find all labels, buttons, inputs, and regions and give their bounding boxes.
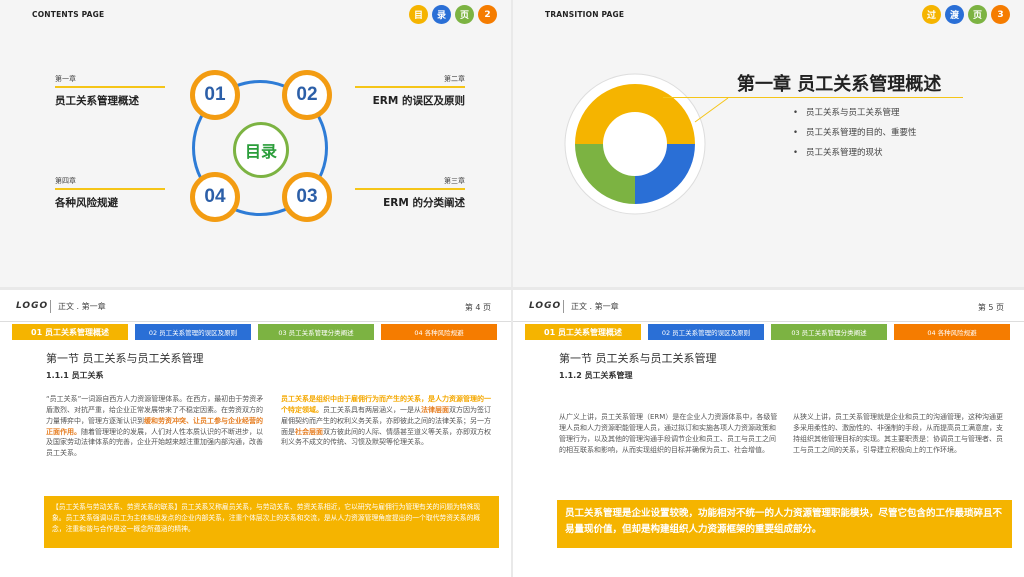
toc-item-label: 各种风险规避 <box>55 197 118 209</box>
tab-chapter-2[interactable]: 02 员工关系管理的误区及原则 <box>648 324 764 340</box>
breadcrumb: 正文 . 第一章 <box>58 302 106 311</box>
contents-slide: CONTENTS PAGE 目 录 页 2 目录 01 02 03 04 第一章… <box>0 0 511 287</box>
left-paragraph: 从广义上讲，员工关系管理（ERM）是在企业人力资源体系中，各级管理人员和人力资源… <box>559 413 778 454</box>
chapter-number-1[interactable]: 01 <box>190 70 240 120</box>
breadcrumb: 正文 . 第一章 <box>571 302 619 311</box>
badge: 录 <box>432 5 451 24</box>
toc-item-2[interactable]: 第二章 ERM 的误区及原则 <box>355 74 465 108</box>
page-badges: 目 录 页 2 <box>409 5 497 24</box>
divider <box>563 300 564 313</box>
badge: 页 <box>455 5 474 24</box>
tab-chapter-4[interactable]: 04 各种风险规避 <box>894 324 1010 340</box>
toc-item-3[interactable]: 第三章 ERM 的分类阐述 <box>355 176 465 210</box>
toc-item-sub: 第三章 <box>355 176 465 190</box>
page-header-title: TRANSITION PAGE <box>545 10 625 19</box>
badge: 渡 <box>945 5 964 24</box>
page-number: 第 4 页 <box>464 303 491 312</box>
page-badges: 过 渡 页 3 <box>922 5 1010 24</box>
donut-graphic <box>564 73 729 215</box>
badge: 页 <box>968 5 987 24</box>
toc-item-1[interactable]: 第一章 员工关系管理概述 <box>55 74 165 108</box>
toc-item-label: ERM 的误区及原则 <box>372 95 465 107</box>
center-circle: 目录 <box>233 122 289 178</box>
chapter-title: 第一章 员工关系管理概述 <box>737 74 942 95</box>
page-number: 第 5 页 <box>977 303 1004 312</box>
tab-chapter-1[interactable]: 01 员工关系管理概述 <box>525 324 641 340</box>
list-item: 员工关系管理的目的、重要性 <box>793 126 917 138</box>
chapter-tabs: 01 员工关系管理概述 02 员工关系管理的误区及原则 03 员工关系管理分类阐… <box>12 324 497 340</box>
right-paragraph: 员工关系是组织中由于雇佣行为而产生的关系，是人力资源管理的一个特定领域。员工关系… <box>281 394 493 448</box>
left-paragraph: “员工关系”一词源自西方人力资源管理体系。在西方，最初由于劳资矛盾激烈、对抗严重… <box>46 394 268 459</box>
badge: 过 <box>922 5 941 24</box>
toc-item-4[interactable]: 第四章 各种风险规避 <box>55 176 165 210</box>
logo: LOGO <box>16 301 49 311</box>
highlight-text: 社会层面 <box>295 427 323 436</box>
chapter-bullets: 员工关系与员工关系管理 员工关系管理的目的、重要性 员工关系管理的现状 <box>793 106 917 166</box>
page-header-title: CONTENTS PAGE <box>32 10 105 19</box>
content-slide-4: LOGO 正文 . 第一章 第 4 页 01 员工关系管理概述 02 员工关系管… <box>0 290 511 577</box>
subsection-title: 1.1.1 员工关系 <box>46 371 104 380</box>
highlight-text: 法律层面 <box>421 405 449 414</box>
logo: LOGO <box>529 301 562 311</box>
slide-header: LOGO 正文 . 第一章 第 4 页 <box>0 290 511 322</box>
subsection-title: 1.1.2 员工关系管理 <box>559 371 633 380</box>
tab-chapter-4[interactable]: 04 各种风险规避 <box>381 324 497 340</box>
badge: 3 <box>991 5 1010 24</box>
badge: 目 <box>409 5 428 24</box>
divider <box>50 300 51 313</box>
slide-header: LOGO 正文 . 第一章 第 5 页 <box>513 290 1024 322</box>
tab-chapter-3[interactable]: 03 员工关系管理分类阐述 <box>771 324 887 340</box>
toc-item-sub: 第二章 <box>355 74 465 88</box>
toc-item-label: ERM 的分类阐述 <box>383 197 465 209</box>
chapter-tabs: 01 员工关系管理概述 02 员工关系管理的误区及原则 03 员工关系管理分类阐… <box>525 324 1010 340</box>
transition-slide: TRANSITION PAGE 过 渡 页 3 第一章 员工关系管理概述 员工关… <box>513 0 1024 287</box>
chapter-number-4[interactable]: 04 <box>190 172 240 222</box>
section-title: 第一节 员工关系与员工关系管理 <box>46 352 204 365</box>
toc-item-sub: 第四章 <box>55 176 165 190</box>
list-item: 员工关系与员工关系管理 <box>793 106 917 118</box>
highlight-box: 员工关系管理是企业设置较晚，功能相对不统一的人力资源管理职能模块，尽管它包含的工… <box>557 500 1012 548</box>
highlight-box: 【员工关系与劳动关系、劳资关系的联系】员工关系又称雇员关系，与劳动关系、劳资关系… <box>44 496 499 548</box>
chapter-number-2[interactable]: 02 <box>282 70 332 120</box>
right-paragraph: 从狭义上讲，员工关系管理就是企业和员工的沟通管理，这种沟通更多采用柔性的、激励性… <box>793 413 1003 454</box>
list-item: 员工关系管理的现状 <box>793 146 917 158</box>
divider <box>663 97 963 98</box>
tab-chapter-1[interactable]: 01 员工关系管理概述 <box>12 324 128 340</box>
toc-item-label: 员工关系管理概述 <box>55 95 139 107</box>
content-slide-5: LOGO 正文 . 第一章 第 5 页 01 员工关系管理概述 02 员工关系管… <box>513 290 1024 577</box>
tab-chapter-3[interactable]: 03 员工关系管理分类阐述 <box>258 324 374 340</box>
tab-chapter-2[interactable]: 02 员工关系管理的误区及原则 <box>135 324 251 340</box>
toc-item-sub: 第一章 <box>55 74 165 88</box>
text: 员工关系具有两层涵义，一是从 <box>323 405 421 414</box>
chapter-number-3[interactable]: 03 <box>282 172 332 222</box>
badge: 2 <box>478 5 497 24</box>
section-title: 第一节 员工关系与员工关系管理 <box>559 352 717 365</box>
